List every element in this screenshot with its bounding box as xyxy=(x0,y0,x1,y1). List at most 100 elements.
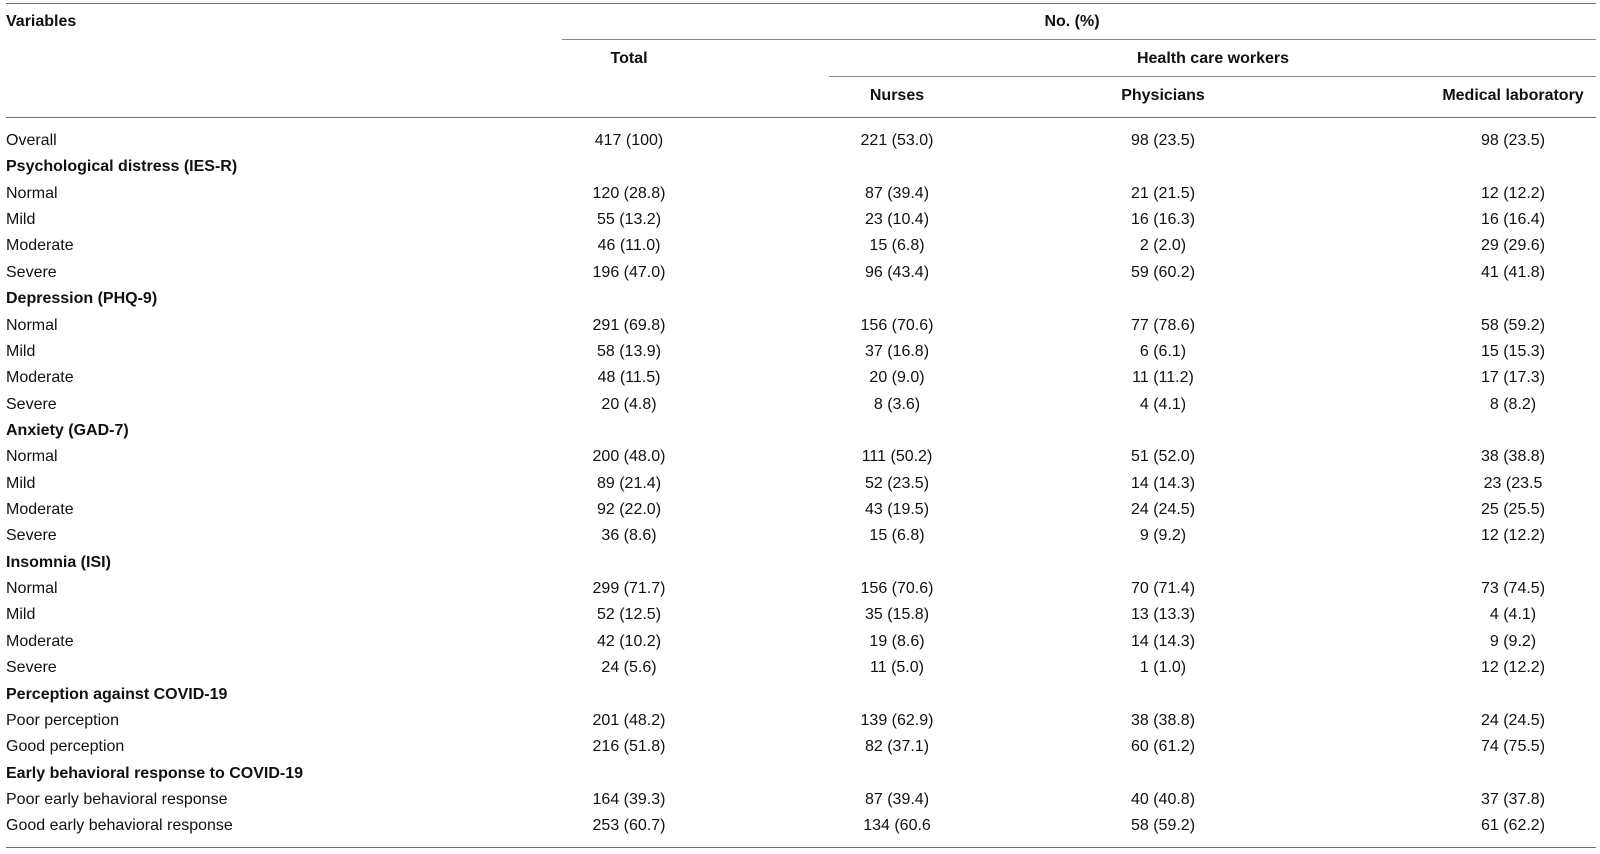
row-label: Mild xyxy=(6,211,36,229)
table-row: Moderate 48 (11.5) 20 (9.0) 11 (11.2) 17 (17… xyxy=(6,365,1596,391)
nurses-cell: 35 (15.8) xyxy=(864,606,930,624)
row-label: Good perception xyxy=(6,738,125,756)
data-table: Variables No. (%) Total Health care work… xyxy=(6,0,1596,854)
physicians-cell: 11 (11.2) xyxy=(1132,369,1194,387)
table-row: Normal 299 (71.7) 156 (70.6) 70 (71.4) 73 (7… xyxy=(6,576,1596,602)
medlab-cell: 24 (24.5) xyxy=(1480,711,1546,729)
nurses-cell: 82 (37.1) xyxy=(864,738,930,756)
total-cell: 417 (100) xyxy=(594,132,664,149)
physicians-cell: 58 (59.2) xyxy=(1130,817,1196,835)
header-health-care-workers: Health care workers xyxy=(1136,50,1290,67)
total-cell: 20 (4.8) xyxy=(601,395,657,413)
total-cell: 164 (39.3) xyxy=(592,791,666,808)
medlab-cell: 12 (12.2) xyxy=(1480,184,1546,202)
row-label: Severe xyxy=(6,395,57,413)
medlab-cell: 41 (41.8) xyxy=(1480,263,1546,281)
section-label: Insomnia (ISI) xyxy=(6,553,111,571)
total-cell: 196 (47.0) xyxy=(592,263,666,281)
row-label: Normal xyxy=(6,184,58,202)
total-cell: 55 (13.2) xyxy=(596,211,662,229)
physicians-cell: 6 (6.1) xyxy=(1139,342,1187,360)
medlab-cell: 38 (38.8) xyxy=(1480,448,1546,466)
row-label: Poor early behavioral response xyxy=(6,791,228,808)
section-label: Depression (PHQ-9) xyxy=(6,290,158,308)
nurses-cell: 11 (5.0) xyxy=(870,659,924,677)
header-physicians: Physicians xyxy=(1121,87,1205,104)
medlab-cell: 25 (25.5) xyxy=(1480,501,1546,519)
medlab-cell: 16 (16.4) xyxy=(1480,211,1546,229)
nurses-cell: 96 (43.4) xyxy=(864,263,930,281)
nurses-cell: 19 (8.6) xyxy=(869,632,925,650)
row-label: Moderate xyxy=(6,632,74,650)
section-label: Perception against COVID-19 xyxy=(6,685,228,703)
total-cell: 24 (5.6) xyxy=(601,659,657,677)
medlab-cell: 58 (59.2) xyxy=(1480,316,1546,334)
row-label: Mild xyxy=(6,474,36,492)
header-medical-laboratory: Medical laboratory xyxy=(1442,87,1584,104)
physicians-cell: 40 (40.8) xyxy=(1130,791,1196,808)
physicians-cell: 16 (16.3) xyxy=(1130,211,1196,229)
total-cell: 291 (69.8) xyxy=(592,316,666,334)
row-label: Mild xyxy=(6,606,36,624)
table-row: Mild 52 (12.5) 35 (15.8) 13 (13.3) 4 (4.1) xyxy=(6,602,1596,628)
physicians-cell: 24 (24.5) xyxy=(1130,501,1196,519)
physicians-cell: 70 (71.4) xyxy=(1130,580,1196,598)
section-row: Anxiety (GAD-7) xyxy=(6,418,1596,444)
no-pct-rule xyxy=(562,39,1596,40)
total-cell: 299 (71.7) xyxy=(592,580,666,598)
table-row: Moderate 42 (10.2) 19 (8.6) 14 (14.3) 9 (9.2… xyxy=(6,629,1596,655)
total-cell: 52 (12.5) xyxy=(596,606,662,624)
total-cell: 58 (13.9) xyxy=(596,342,662,360)
header-variables: Variables xyxy=(6,13,77,30)
section-row: Psychological distress (IES-R) xyxy=(6,154,1596,180)
total-cell: 46 (11.0) xyxy=(597,237,661,255)
section-row: Depression (PHQ-9) xyxy=(6,286,1596,312)
total-cell: 42 (10.2) xyxy=(596,632,662,650)
top-rule xyxy=(6,3,1596,4)
medlab-cell: 8 (8.2) xyxy=(1489,395,1537,413)
medlab-cell: 4 (4.1) xyxy=(1489,606,1537,624)
table-row: Poor early behavioral response 164 (39.3)… xyxy=(6,787,1596,813)
medlab-cell: 12 (12.2) xyxy=(1480,659,1546,677)
table-row: Poor perception 201 (48.2) 139 (62.9) 38 (3… xyxy=(6,708,1596,734)
section-row: Insomnia (ISI) xyxy=(6,550,1596,576)
physicians-cell: 2 (2.0) xyxy=(1139,237,1187,255)
physicians-cell: 21 (21.5) xyxy=(1130,184,1196,202)
row-label: Moderate xyxy=(6,369,74,387)
nurses-cell: 134 (60.6 xyxy=(863,817,931,835)
row-label: Moderate xyxy=(6,237,74,255)
header-total: Total xyxy=(610,50,648,67)
physicians-cell: 9 (9.2) xyxy=(1139,527,1187,545)
nurses-cell: 156 (70.6) xyxy=(860,316,934,334)
physicians-cell: 51 (52.0) xyxy=(1130,448,1196,466)
medlab-cell: 73 (74.5) xyxy=(1480,580,1546,598)
header-bottom-rule xyxy=(6,117,1596,118)
nurses-cell: 221 (53.0) xyxy=(860,132,934,149)
header-nurses: Nurses xyxy=(869,87,925,104)
total-cell: 36 (8.6) xyxy=(601,527,657,545)
total-cell: 89 (21.4) xyxy=(596,474,662,492)
physicians-cell: 14 (14.3) xyxy=(1130,474,1196,492)
row-label: Good early behavioral response xyxy=(6,817,233,835)
table-row: Severe 196 (47.0) 96 (43.4) 59 (60.2) 41 (41… xyxy=(6,260,1596,286)
nurses-cell: 37 (16.8) xyxy=(864,342,930,360)
row-label: Poor perception xyxy=(6,711,119,729)
table-row: Severe 36 (8.6) 15 (6.8) 9 (9.2) 12 (12.2) xyxy=(6,523,1596,549)
total-cell: 201 (48.2) xyxy=(592,711,666,729)
nurses-cell: 111 (50.2) xyxy=(861,448,933,466)
table-row: Normal 120 (28.8) 87 (39.4) 21 (21.5) 12 (12… xyxy=(6,181,1596,207)
nurses-cell: 15 (6.8) xyxy=(869,237,925,255)
medlab-cell: 74 (75.5) xyxy=(1480,738,1546,756)
row-label: Mild xyxy=(6,342,36,360)
row-label: Severe xyxy=(6,659,57,677)
section-row: Early behavioral response to COVID-19 xyxy=(6,761,1596,787)
medlab-cell: 9 (9.2) xyxy=(1489,632,1537,650)
physicians-cell: 14 (14.3) xyxy=(1130,632,1196,650)
section-label: Anxiety (GAD-7) xyxy=(6,421,129,439)
nurses-cell: 156 (70.6) xyxy=(860,580,934,598)
table-row: Good perception 216 (51.8) 82 (37.1) 60 (61… xyxy=(6,734,1596,760)
physicians-cell: 77 (78.6) xyxy=(1130,316,1196,334)
row-label: Moderate xyxy=(6,501,74,519)
nurses-cell: 87 (39.4) xyxy=(864,184,930,202)
total-cell: 216 (51.8) xyxy=(592,738,666,756)
